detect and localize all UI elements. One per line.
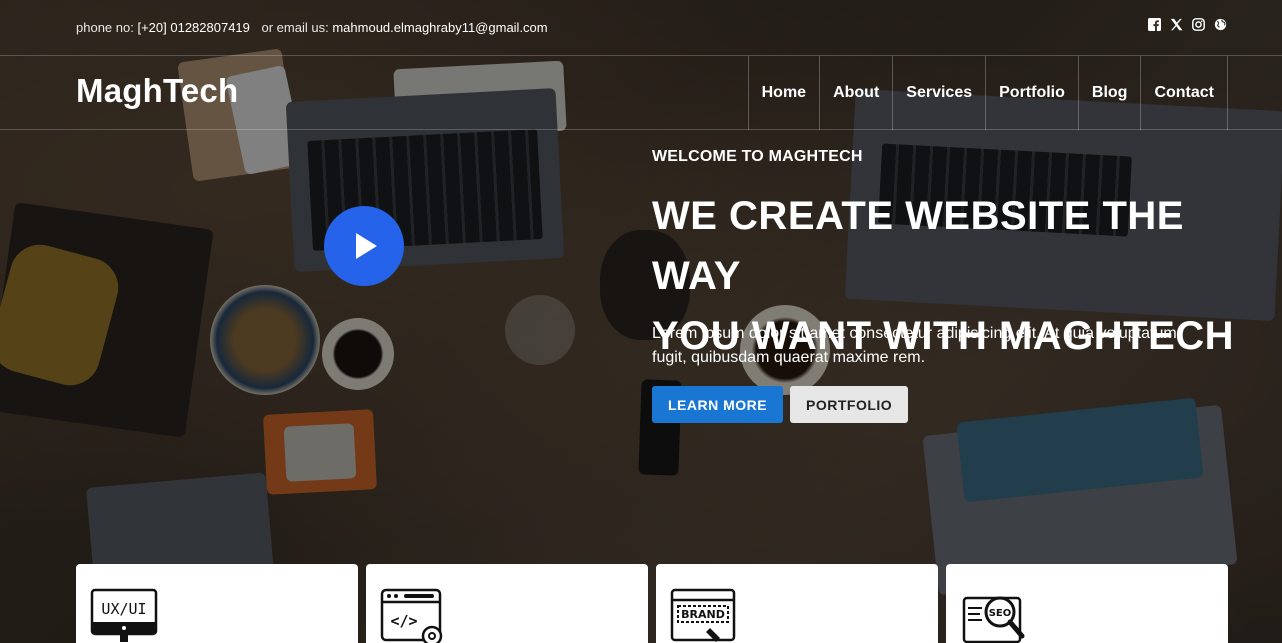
hero-description: Lorem ipsum dolor sit amet consectetur a… xyxy=(652,322,1232,370)
portfolio-button[interactable]: PORTFOLIO xyxy=(790,386,909,423)
hero-headline-line-1: WE CREATE WEBSITE THE WAY xyxy=(652,194,1184,298)
service-card-web-development[interactable]: </> xyxy=(366,564,648,643)
hero-eyebrow: WELCOME TO MAGHTECH xyxy=(652,148,863,165)
phone-number[interactable]: [+20] 01282807419 xyxy=(137,20,249,35)
facebook-icon[interactable] xyxy=(1148,18,1161,31)
web-development-icon-text: </> xyxy=(390,612,417,630)
ux-ui-icon: UX/UI xyxy=(90,588,158,642)
top-bar: phone no: [+20] 01282807419 or email us:… xyxy=(0,0,1282,56)
phone-label: phone no: xyxy=(76,20,134,35)
web-development-icon: </> xyxy=(380,588,443,643)
service-card-branding[interactable]: BRAND xyxy=(656,564,938,643)
hero-description-line-2: fugit, quibusdam quaerat maxime rem. xyxy=(652,349,926,366)
brand-icon-text: BRAND xyxy=(681,608,725,621)
seo-icon: SEO xyxy=(962,596,1025,643)
contact-info: phone no: [+20] 01282807419 or email us:… xyxy=(76,20,548,35)
instagram-icon[interactable] xyxy=(1192,18,1205,31)
email-label: or email us: xyxy=(261,20,329,35)
site-header: MaghTech Home About Services Portfolio B… xyxy=(0,56,1282,130)
play-icon xyxy=(356,233,377,259)
social-links xyxy=(1148,18,1227,31)
ux-ui-icon-text: UX/UI xyxy=(101,600,146,618)
service-card-ux-ui[interactable]: UX/UI xyxy=(76,564,358,643)
hero-description-line-1: Lorem ipsum dolor sit amet consectetur a… xyxy=(652,325,1177,342)
email-address[interactable]: mahmoud.elmaghraby11@gmail.com xyxy=(332,20,547,35)
service-card-seo[interactable]: SEO xyxy=(946,564,1228,643)
nav-portfolio[interactable]: Portfolio xyxy=(985,56,1078,130)
nav-contact[interactable]: Contact xyxy=(1140,56,1228,130)
x-twitter-icon[interactable] xyxy=(1170,18,1183,31)
globe-icon[interactable] xyxy=(1214,18,1227,31)
nav-home[interactable]: Home xyxy=(747,56,819,130)
nav-about[interactable]: About xyxy=(819,56,892,130)
site-logo[interactable]: MaghTech xyxy=(76,72,238,110)
main-nav: Home About Services Portfolio Blog Conta… xyxy=(747,56,1228,130)
nav-blog[interactable]: Blog xyxy=(1077,56,1141,130)
brand-icon: BRAND xyxy=(670,588,736,642)
video-play-button[interactable] xyxy=(324,206,404,286)
seo-icon-text: SEO xyxy=(989,608,1012,619)
learn-more-button[interactable]: LEARN MORE xyxy=(652,386,784,423)
nav-services[interactable]: Services xyxy=(892,56,985,130)
